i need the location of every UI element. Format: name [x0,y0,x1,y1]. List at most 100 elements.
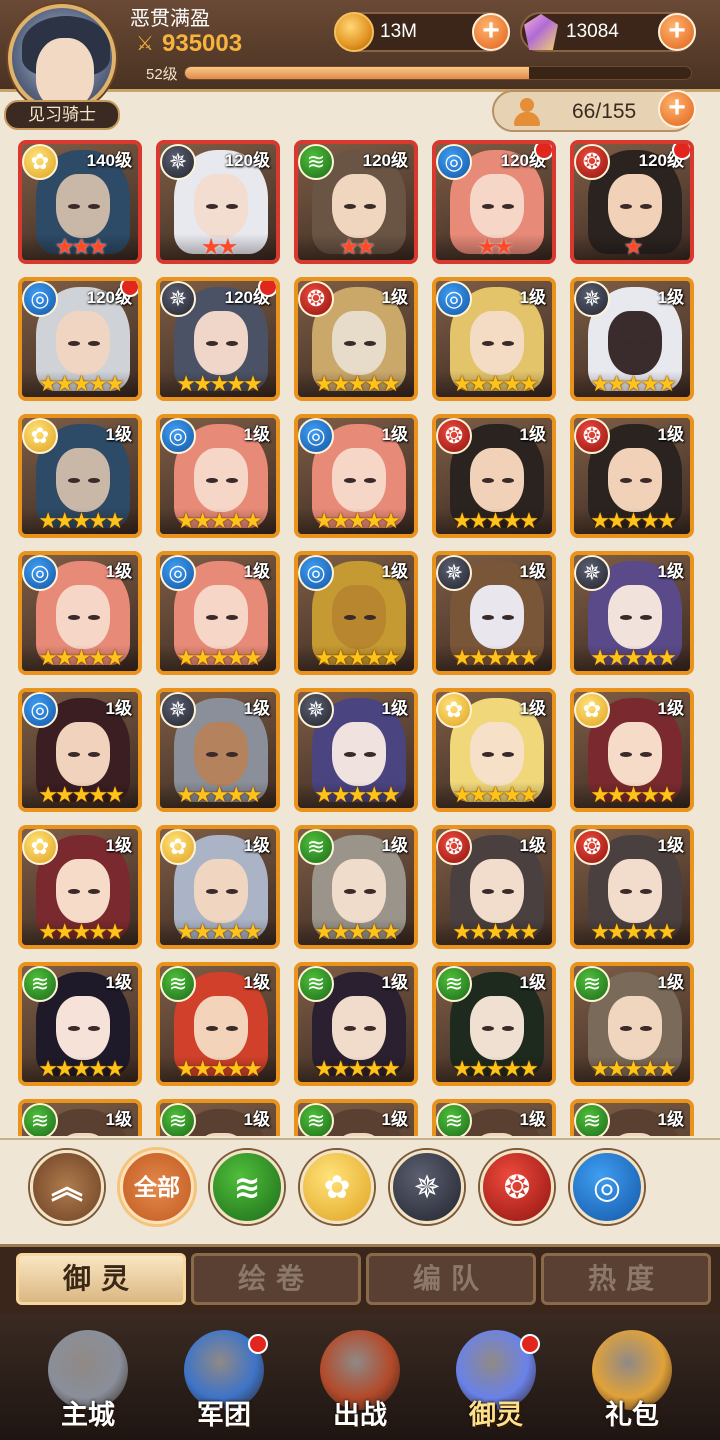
hero-card[interactable]: ◎ 1级 ★★★★★ [294,414,418,538]
hero-card[interactable]: ✿ 1级 ★★★★★ [18,414,142,538]
add-gem-button[interactable]: + [658,13,696,51]
red-element-icon: ❂ [298,281,334,317]
hero-stars: ★★★★★ [298,1056,414,1082]
red-element-icon: ❂ [574,418,610,454]
hero-grid: ✿ 140级 ★★★ ✵ 120级 ★★ ≋ 120级 ★★ ◎ 120级 ★★ ❂ 120级 ★ ◎ 120级… [18,140,702,1136]
hero-card[interactable]: ✿ 140级 ★★★ [18,140,142,264]
tab-3[interactable]: 编队 [366,1253,536,1305]
hero-card[interactable]: ✿ 1级 ★★★★★ [570,688,694,812]
wind-swirl-icon: ≋ [233,1169,261,1205]
hero-stars: ★★★★★ [436,1056,552,1082]
gold-element-icon: ✿ [22,144,58,180]
hero-card[interactable]: ❂ 1级 ★★★★★ [432,825,556,949]
dark-element-icon: ✵ [574,555,610,591]
hero-card[interactable]: ◎ 1级 ★★★★★ [432,277,556,401]
nav-label: 出战 [333,1400,387,1430]
hero-stars: ★★★★★ [436,371,552,397]
hero-card[interactable]: ◎ 1级 ★★★★★ [156,551,280,675]
blue-element-icon: ◎ [22,692,58,728]
hero-level: 1级 [657,1110,684,1129]
collapse-filter-button[interactable]: ︽ [30,1150,104,1224]
hero-card[interactable]: ❂ 1级 ★★★★★ [570,414,694,538]
tab-4[interactable]: 热度 [541,1253,711,1305]
hero-card[interactable]: ◎ 1级 ★★★★★ [18,688,142,812]
hero-card[interactable]: ≋1级★★★★★ [156,962,280,1086]
hero-card[interactable]: ◎ 1级 ★★★★★ [294,551,418,675]
hero-card[interactable]: ≋1级★★★★★ [18,1099,142,1136]
gem-currency: 13084 + [520,12,696,52]
hero-card[interactable]: ✵ 1级 ★★★★★ [570,277,694,401]
nav-item-3[interactable]: 出战 [300,1324,420,1438]
green-element-icon: ≋ [298,144,334,180]
hero-level: 1级 [657,562,684,581]
hero-card[interactable]: ≋1级★★★★★ [432,962,556,1086]
nav-label: 礼包 [605,1400,659,1430]
hero-card[interactable]: ≋1级★★★★★ [294,1099,418,1136]
filter-gold-element-button[interactable]: ✿ [300,1150,374,1224]
hero-card[interactable]: ✿ 1级 ★★★★★ [18,825,142,949]
add-gold-button[interactable]: + [472,13,510,51]
hero-level: 1级 [519,973,546,992]
hero-stars: ★★★★★ [574,919,690,945]
hero-card[interactable]: ✿ 1级 ★★★★★ [432,688,556,812]
filter-dark-element-button[interactable]: ✵ [390,1150,464,1224]
hero-level: 1级 [105,699,132,718]
hero-stars: ★★★★★ [574,782,690,808]
hero-card[interactable]: ≋1级★★★★★ [570,1099,694,1136]
nav-item-1[interactable]: 主城 [28,1324,148,1438]
web-icon: ✵ [413,1169,441,1205]
filter-red-element-button[interactable]: ❂ [480,1150,554,1224]
hero-card[interactable]: ❂ 1级 ★★★★★ [432,414,556,538]
hero-level: 1级 [243,1110,270,1129]
hero-level: 1级 [381,699,408,718]
hero-card[interactable]: ❂ 1级 ★★★★★ [294,277,418,401]
hero-card[interactable]: ◎ 1级 ★★★★★ [18,551,142,675]
nav-item-5[interactable]: 礼包 [572,1324,692,1438]
player-avatar[interactable] [8,4,116,112]
hero-stars: ★★★★★ [22,782,138,808]
notification-dot [520,1334,540,1354]
hero-card[interactable]: ≋1级★★★★★ [294,825,418,949]
gold-element-icon: ✿ [436,692,472,728]
green-element-icon: ≋ [574,1103,610,1136]
filter-blue-element-button[interactable]: ◎ [570,1150,644,1224]
hero-stars: ★★★★★ [436,919,552,945]
tab-1[interactable]: 御灵 [16,1253,186,1305]
hero-card[interactable]: ✵ 1级 ★★★★★ [570,551,694,675]
phoenix-icon: ❂ [503,1169,531,1205]
hero-level: 120级 [224,151,270,170]
hero-card[interactable]: ≋1级★★★★★ [432,1099,556,1136]
hero-card[interactable]: ✵ 120级 ★★★★★ [156,277,280,401]
hero-card[interactable]: ✵ 120级 ★★ [156,140,280,264]
blue-element-icon: ◎ [298,555,334,591]
hero-card[interactable]: ❂ 120级 ★ [570,140,694,264]
nav-item-2[interactable]: 军团 [164,1324,284,1438]
tab-2[interactable]: 绘卷 [191,1253,361,1305]
hero-card[interactable]: ◎ 120级 ★★★★★ [18,277,142,401]
hero-stars: ★★★★★ [436,645,552,671]
hero-card[interactable]: ✿ 1级 ★★★★★ [156,825,280,949]
hero-level: 1级 [381,562,408,581]
hero-card[interactable]: ≋1级★★★★★ [294,962,418,1086]
filter-green-element-button[interactable]: ≋ [210,1150,284,1224]
green-element-icon: ≋ [298,829,334,865]
hero-card[interactable]: ≋1级★★★★★ [18,962,142,1086]
hero-card[interactable]: ≋ 120级 ★★ [294,140,418,264]
hero-card[interactable]: ◎ 120级 ★★ [432,140,556,264]
blue-element-icon: ◎ [436,281,472,317]
expand-capacity-button[interactable]: + [658,90,696,128]
hero-card[interactable]: ✵ 1级 ★★★★★ [156,688,280,812]
hero-card[interactable]: ≋1级★★★★★ [570,962,694,1086]
hero-card[interactable]: ◎ 1级 ★★★★★ [156,414,280,538]
hero-level: 1级 [381,288,408,307]
hero-card[interactable]: ❂ 1级 ★★★★★ [570,825,694,949]
hero-card[interactable]: ✵ 1级 ★★★★★ [294,688,418,812]
notification-dot [672,144,690,160]
hero-card[interactable]: ✵ 1级 ★★★★★ [432,551,556,675]
green-element-icon: ≋ [22,966,58,1002]
nav-item-4[interactable]: 御灵 [436,1324,556,1438]
filter-all-button[interactable]: 全部 [120,1150,194,1224]
gold-element-icon: ✿ [160,829,196,865]
hero-card[interactable]: ≋1级★★★★★ [156,1099,280,1136]
blue-element-icon: ◎ [160,555,196,591]
